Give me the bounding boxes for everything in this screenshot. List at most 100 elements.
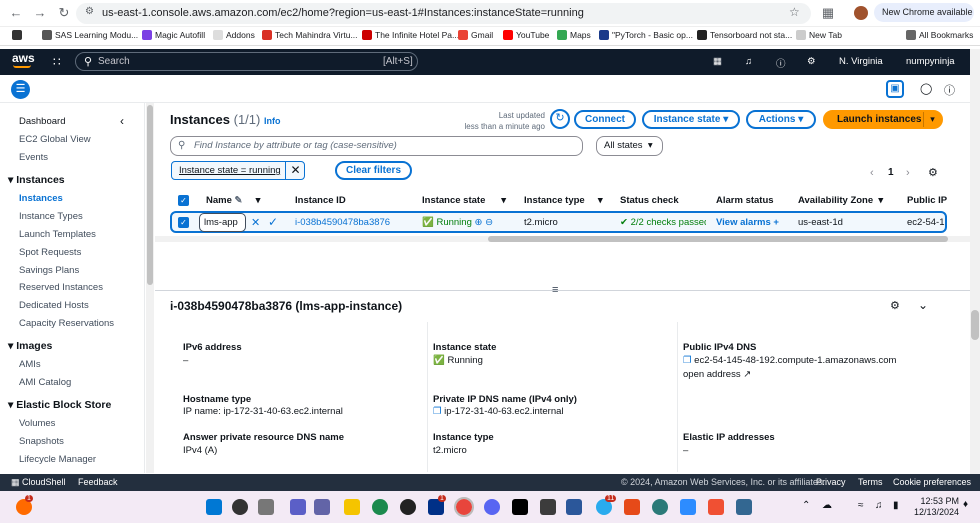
aws-logo[interactable]: aws <box>12 52 35 64</box>
profile-avatar[interactable] <box>854 6 868 20</box>
zoom-icon[interactable] <box>680 499 696 515</box>
sidebar-scroll-thumb[interactable] <box>147 105 153 285</box>
prev-page-icon[interactable]: ‹ <box>870 167 874 179</box>
sidebar-item-ami-catalog[interactable]: AMI Catalog <box>19 377 71 388</box>
col-name[interactable]: Name ✎ ▾ <box>206 195 260 206</box>
services-grid-icon[interactable]: ∷ <box>53 55 61 69</box>
discord-icon[interactable] <box>484 499 500 515</box>
next-page-icon[interactable]: › <box>906 167 910 179</box>
feedback-icon[interactable]: ◯ <box>920 82 932 95</box>
teams-icon-2[interactable] <box>314 499 330 515</box>
state-select[interactable]: All states ▾ <box>596 136 663 156</box>
sidebar-item-volumes[interactable]: Volumes <box>19 418 55 429</box>
col-alarm-status[interactable]: Alarm status <box>716 195 774 206</box>
name-edit-input[interactable]: lms-app <box>199 213 246 232</box>
feedback-link[interactable]: Feedback <box>78 477 118 487</box>
region-selector[interactable]: N. Virginia <box>839 56 883 67</box>
details-collapse-icon[interactable]: ⌄ <box>918 298 928 312</box>
intellij-icon[interactable] <box>512 499 528 515</box>
copy-icon[interactable]: ❐ <box>433 406 442 417</box>
sidebar-item-global-view[interactable]: EC2 Global View <box>19 134 91 145</box>
col-instance-type[interactable]: Instance type ▾ <box>524 195 603 206</box>
filter-token[interactable]: Instance state = running ✕ <box>171 161 305 180</box>
bookmark-9[interactable]: Tensorboard not sta... <box>697 30 792 40</box>
search-taskbar-icon[interactable] <box>232 499 248 515</box>
sidebar-item-dedicated-hosts[interactable]: Dedicated Hosts <box>19 300 89 311</box>
sidebar-item-snapshots[interactable]: Snapshots <box>19 436 64 447</box>
connect-button[interactable]: Connect <box>574 110 636 129</box>
menu-icon[interactable]: ☰ <box>11 80 30 99</box>
table-settings-icon[interactable]: ⚙ <box>928 166 938 179</box>
sidebar-item-dashboard[interactable]: Dashboard <box>19 116 65 127</box>
col-public-ip[interactable]: Public IP <box>907 195 947 206</box>
volume-icon[interactable]: ♫ <box>875 500 883 511</box>
instance-id-link[interactable]: i-038b4590478ba3876 <box>295 217 390 228</box>
copy-icon[interactable]: ❐ <box>683 355 692 366</box>
account-menu[interactable]: numpyninja <box>906 56 955 67</box>
cloudshell-icon[interactable]: ▦ <box>713 56 722 67</box>
bookmark-3[interactable]: Tech Mahindra Virtu... <box>262 30 358 40</box>
bookmark-7[interactable]: Maps <box>557 30 591 40</box>
refresh-button[interactable]: ↻ <box>550 109 570 129</box>
wifi-icon[interactable]: ≈ <box>858 500 864 511</box>
clear-filters-button[interactable]: Clear filters <box>335 161 412 180</box>
remove-filter-icon[interactable]: ✕ <box>285 161 305 180</box>
sidebar-item-instances[interactable]: Instances <box>19 193 63 204</box>
drag-handle-icon[interactable]: ≡ <box>552 284 558 296</box>
page-scroll-thumb[interactable] <box>971 310 979 340</box>
page-number[interactable]: 1 <box>888 167 894 178</box>
teams-icon[interactable] <box>290 499 306 515</box>
bookmark-4[interactable]: The Infinite Hotel Pa... <box>362 30 459 40</box>
app-icon-2[interactable] <box>624 499 640 515</box>
panel-toggle-icon[interactable]: ▣ <box>886 80 904 98</box>
postgres-icon[interactable] <box>736 499 752 515</box>
bookmark-0[interactable]: SAS Learning Modu... <box>42 30 138 40</box>
notifications-icon[interactable]: ♫ <box>745 56 752 67</box>
forward-icon[interactable]: → <box>32 5 48 21</box>
terminal-icon[interactable] <box>540 499 556 515</box>
back-icon[interactable]: ← <box>8 5 24 21</box>
app-icon-3[interactable] <box>652 499 668 515</box>
table-hscroll-thumb[interactable] <box>488 236 948 242</box>
site-info-icon[interactable]: ⚙ <box>85 6 94 17</box>
github-desktop-icon[interactable] <box>400 499 416 515</box>
settings-icon[interactable]: ⚙ <box>807 56 816 67</box>
notification-bell-icon[interactable]: ♦ <box>963 499 968 510</box>
tray-chevron-icon[interactable]: ⌃ <box>802 500 810 511</box>
cloudshell-link[interactable]: ▦ CloudShell <box>11 477 66 488</box>
info-panel-icon[interactable]: ⓘ <box>944 82 955 98</box>
new-chrome-button[interactable]: New Chrome available <box>874 3 974 22</box>
windows-start-icon[interactable] <box>206 499 222 515</box>
bookmark-8[interactable]: "PyTorch - Basic op... <box>599 30 693 40</box>
bookmark-5[interactable]: Gmail <box>458 30 493 40</box>
page-scrollbar[interactable] <box>970 49 980 474</box>
bookmark-1[interactable]: Magic Autofill <box>142 30 205 40</box>
privacy-link[interactable]: Privacy <box>816 477 846 487</box>
actions-button[interactable]: Actions ▾ <box>746 110 816 129</box>
sidebar-item-events[interactable]: Events <box>19 152 48 163</box>
sidebar-section-instances[interactable]: ▾ Instances <box>8 174 65 186</box>
info-link[interactable]: Info <box>264 116 281 126</box>
row-checkbox[interactable]: ✓ <box>178 217 189 228</box>
sidebar-item-savings-plans[interactable]: Savings Plans <box>19 265 79 276</box>
launch-dropdown-icon[interactable]: ▾ <box>923 112 941 127</box>
reload-icon[interactable]: ↻ <box>56 5 72 21</box>
sidebar-item-instance-types[interactable]: Instance Types <box>19 211 83 222</box>
select-all-checkbox[interactable]: ✓ <box>178 195 189 206</box>
edge-icon[interactable] <box>372 499 388 515</box>
sidebar-section-images[interactable]: ▾ Images <box>8 340 52 352</box>
sidebar-item-spot-requests[interactable]: Spot Requests <box>19 247 81 258</box>
collapse-chevron-icon[interactable]: ‹ <box>120 114 124 128</box>
col-instance-state[interactable]: Instance state ▾ <box>422 195 506 206</box>
filter-input[interactable]: ⚲ Find Instance by attribute or tag (cas… <box>170 136 583 156</box>
help-icon[interactable]: ⓘ <box>776 56 786 70</box>
col-status-check[interactable]: Status check <box>620 195 679 206</box>
sidebar-item-amis[interactable]: AMIs <box>19 359 41 370</box>
sidebar-item-launch-templates[interactable]: Launch Templates <box>19 229 96 240</box>
sidebar-item-capacity-reservations[interactable]: Capacity Reservations <box>19 318 114 329</box>
bookmark-star-icon[interactable]: ☆ <box>789 5 800 19</box>
bookmark-6[interactable]: YouTube <box>503 30 549 40</box>
battery-icon[interactable]: ▮ <box>893 500 899 511</box>
tray-icon[interactable]: ☁ <box>822 500 832 511</box>
split-divider[interactable] <box>155 290 970 291</box>
